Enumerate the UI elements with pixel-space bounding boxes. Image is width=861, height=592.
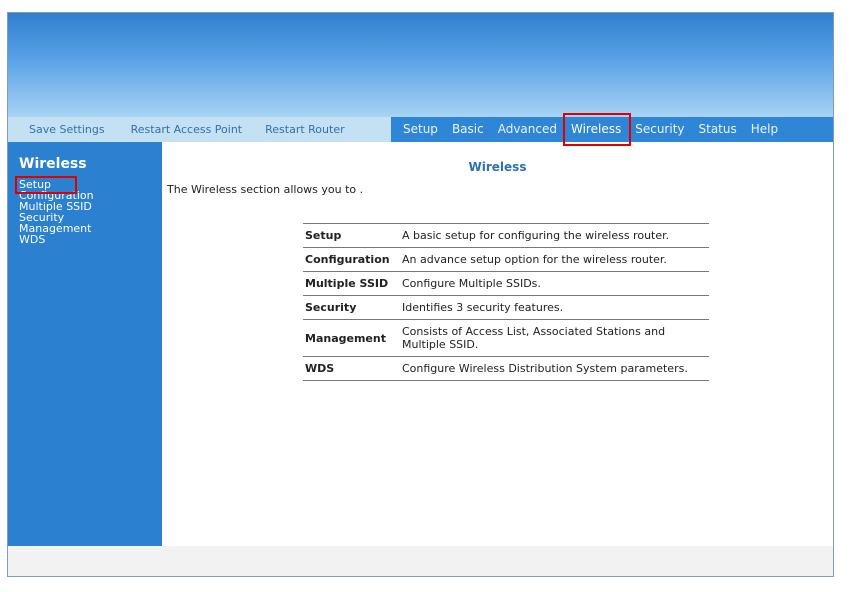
row-description: An advance setup option for the wireless… [400,247,709,272]
main-content: Wireless The Wireless section allows you… [162,142,833,546]
tab-setup[interactable]: Setup [396,117,445,142]
footer-bar [8,546,833,576]
row-description: Consists of Access List, Associated Stat… [400,319,709,357]
sidebar-menu: Setup Configuration Multiple SSID Securi… [15,176,94,245]
main-tabs: Setup Basic Advanced Wireless Security S… [391,113,833,146]
row-description: Identifies 3 security features. [400,295,709,320]
row-description: A basic setup for configuring the wirele… [400,223,709,248]
row-term: Management [303,319,400,357]
wireless-sections-table: Setup A basic setup for configuring the … [303,223,709,381]
row-term: Setup [303,223,400,248]
table-row: Security Identifies 3 security features. [303,295,709,320]
row-description: Configure Multiple SSIDs. [400,271,709,296]
row-term: Security [303,295,400,320]
row-term: WDS [303,356,400,381]
tab-security[interactable]: Security [628,117,691,142]
row-term: Multiple SSID [303,271,400,296]
sidebar-item-wds[interactable]: WDS [19,234,94,245]
tab-help[interactable]: Help [744,117,785,142]
restart-access-point-link[interactable]: Restart Access Point [105,123,243,136]
intro-text: The Wireless section allows you to . [167,183,364,196]
table-row: WDS Configure Wireless Distribution Syst… [303,356,709,381]
tab-wireless[interactable]: Wireless [562,113,632,146]
tab-basic[interactable]: Basic [445,117,491,142]
tab-status[interactable]: Status [692,117,744,142]
sidebar: Wireless Setup Configuration Multiple SS… [8,142,162,546]
tab-advanced[interactable]: Advanced [491,117,564,142]
sidebar-title: Wireless [19,156,87,172]
sidebar-item-setup[interactable]: Setup [15,176,94,194]
table-row: Multiple SSID Configure Multiple SSIDs. [303,271,709,296]
table-row: Configuration An advance setup option fo… [303,247,709,272]
save-settings-link[interactable]: Save Settings [8,123,105,136]
row-description: Configure Wireless Distribution System p… [400,356,709,381]
utility-menu: Save Settings Restart Access Point Resta… [8,117,391,142]
router-admin-window: Save Settings Restart Access Point Resta… [7,12,834,577]
row-term: Configuration [303,247,400,272]
table-row: Management Consists of Access List, Asso… [303,319,709,357]
header-banner [8,13,833,117]
restart-router-link[interactable]: Restart Router [242,123,345,136]
menu-bar: Save Settings Restart Access Point Resta… [8,113,833,146]
table-row: Setup A basic setup for configuring the … [303,223,709,248]
page-title: Wireless [468,160,527,174]
